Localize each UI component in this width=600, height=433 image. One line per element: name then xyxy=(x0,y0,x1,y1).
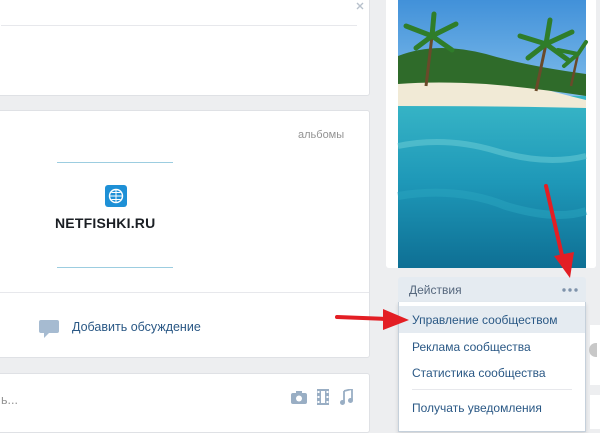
close-icon[interactable] xyxy=(355,1,365,11)
top-card xyxy=(0,0,370,96)
menu-item-label: Статистика сообщества xyxy=(412,366,546,380)
divider xyxy=(1,25,357,26)
actions-button[interactable]: Действия xyxy=(398,277,586,302)
menu-item-label: Получать уведомления xyxy=(412,401,542,415)
ellipsis-icon[interactable] xyxy=(562,288,578,292)
menu-item-community-stats[interactable]: Статистика сообщества xyxy=(399,359,585,386)
camera-icon[interactable] xyxy=(291,391,307,404)
album-thumbnail[interactable]: NETFISHKI.RU xyxy=(55,162,173,268)
music-icon[interactable] xyxy=(340,389,353,405)
menu-item-manage-community[interactable]: Управление сообществом xyxy=(399,306,585,333)
comment-icon xyxy=(39,320,59,338)
post-input-placeholder[interactable]: ь... xyxy=(1,393,18,407)
video-icon[interactable] xyxy=(317,389,329,405)
menu-item-label: Реклама сообщества xyxy=(412,340,531,354)
albums-header[interactable]: альбомы xyxy=(298,129,344,141)
add-discussion-link[interactable]: Добавить обсуждение xyxy=(72,320,201,334)
actions-button-label: Действия xyxy=(409,283,462,297)
side-widget-edge xyxy=(590,395,600,429)
menu-item-label: Управление сообществом xyxy=(412,313,558,327)
post-box[interactable]: ь... xyxy=(0,373,370,433)
menu-item-get-notifications[interactable]: Получать уведомления xyxy=(399,394,585,421)
albums-card: альбомы NETFISHKI.RU Добавить обсуждение xyxy=(0,110,370,358)
actions-menu: Управление сообществом Реклама сообществ… xyxy=(398,302,586,432)
side-widget-avatar xyxy=(589,343,597,357)
album-bottom-line xyxy=(57,267,173,268)
menu-item-advertise-community[interactable]: Реклама сообщества xyxy=(399,333,585,360)
album-top-line xyxy=(57,162,173,163)
divider xyxy=(0,292,369,293)
watermark-text: NETFISHKI.RU xyxy=(55,215,156,231)
globe-logo-icon xyxy=(105,185,127,207)
menu-divider xyxy=(412,389,572,390)
